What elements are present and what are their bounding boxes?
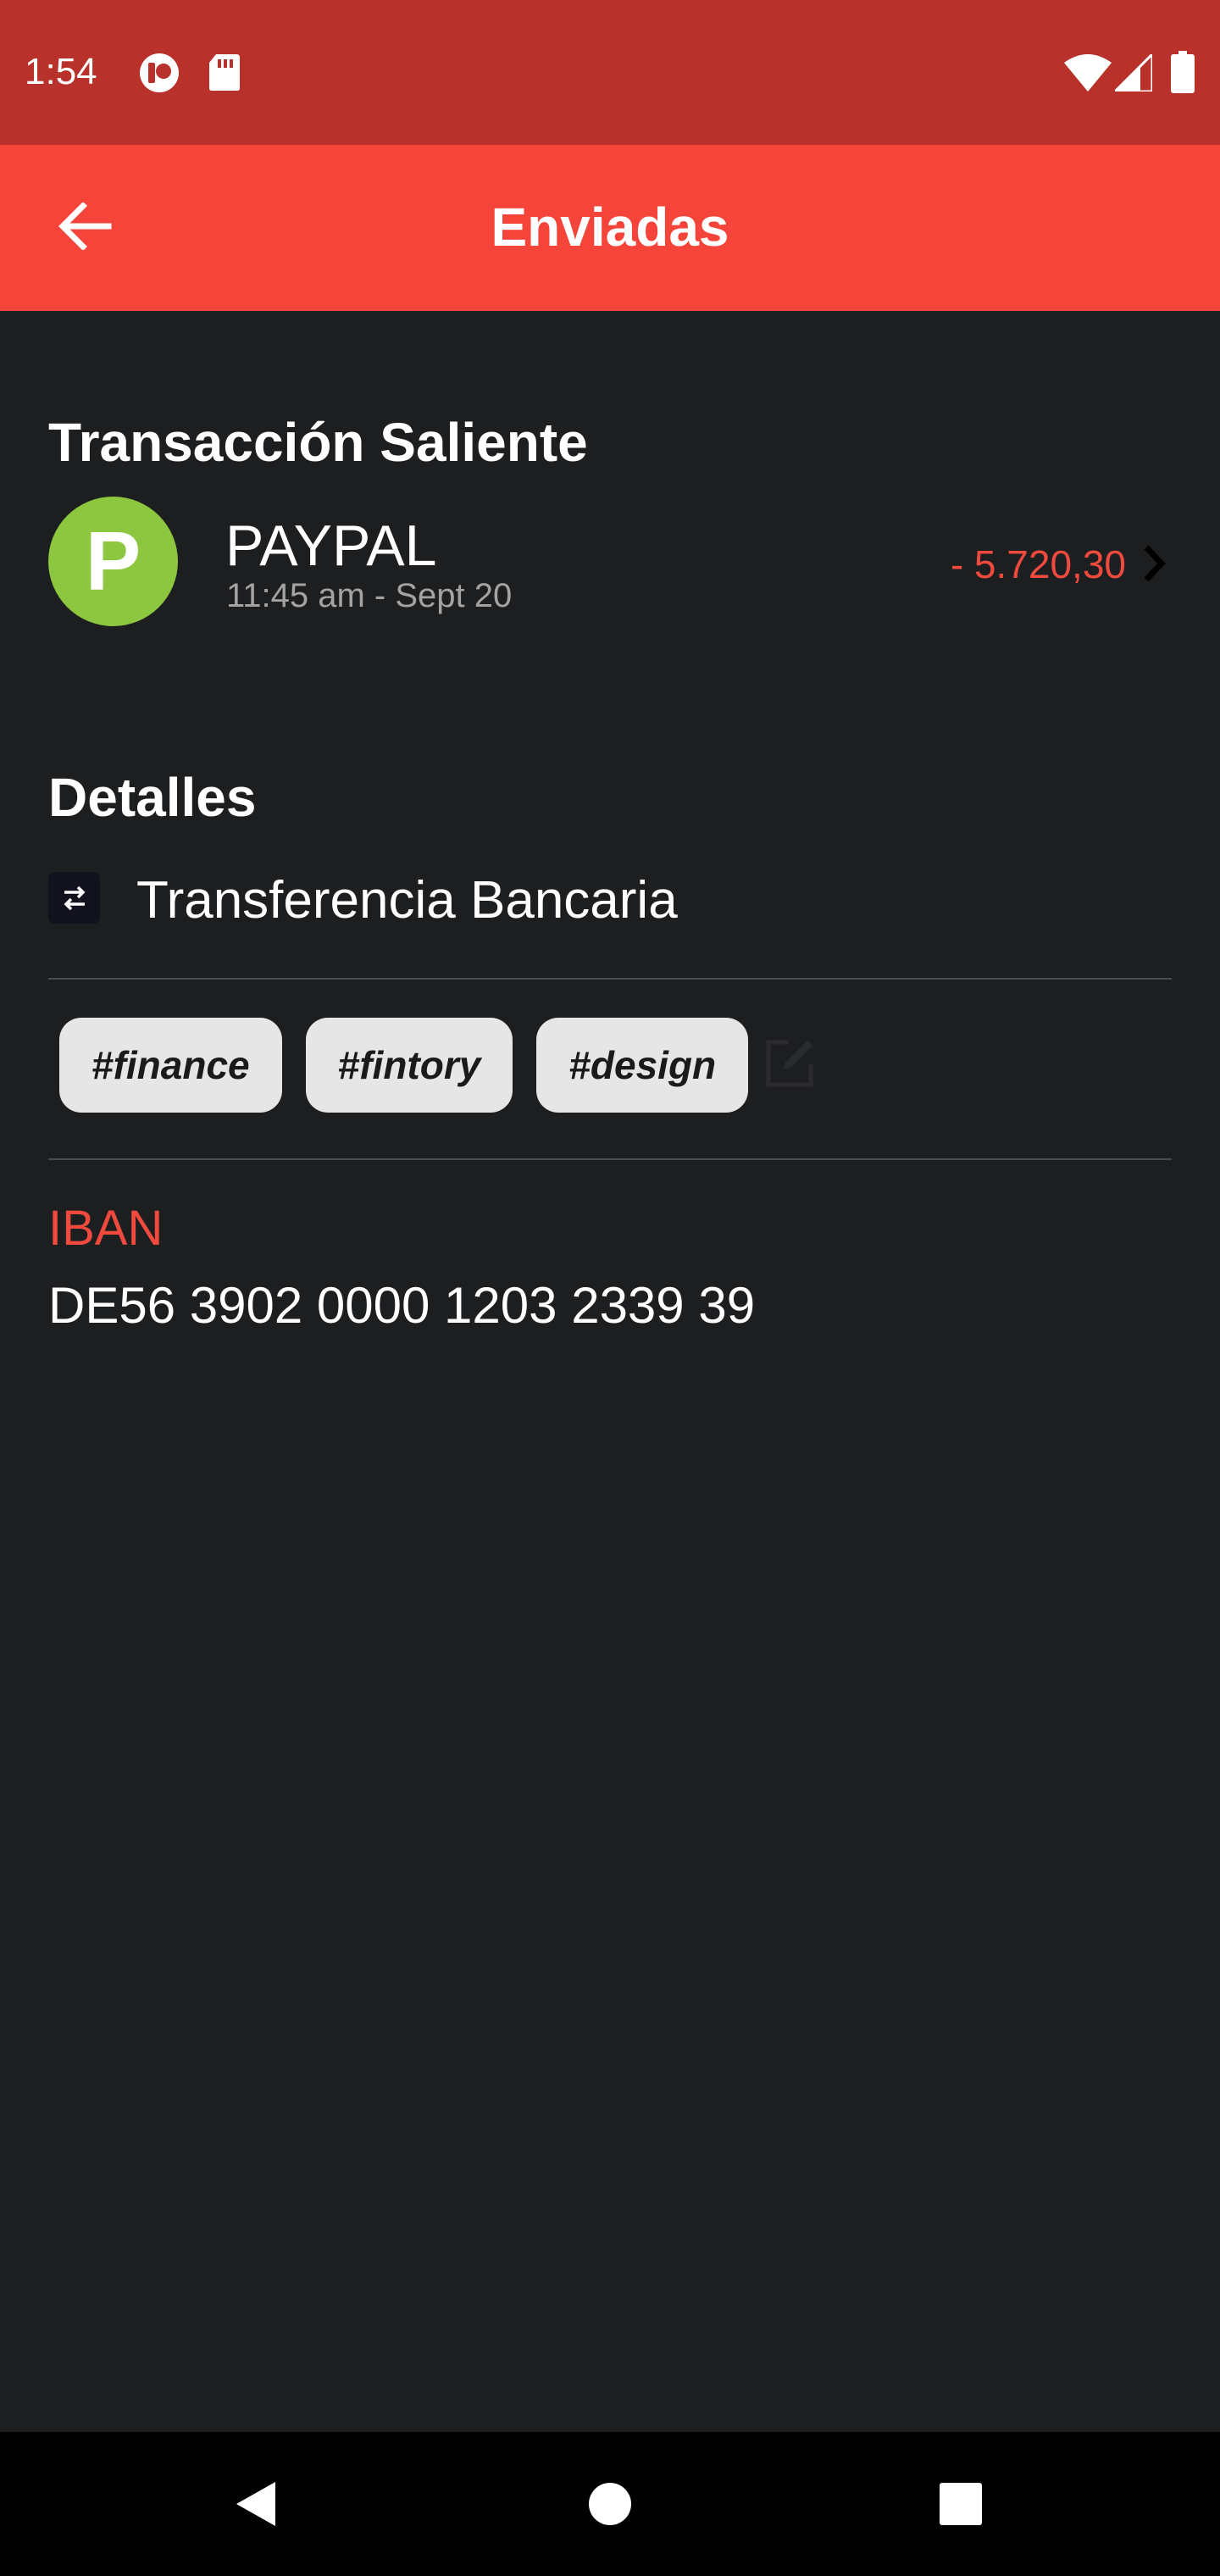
transfer-type-label: Transferencia Bancaria <box>136 871 678 930</box>
status-time: 1:54 <box>25 51 97 92</box>
iban-value: DE56 3902 0000 1203 2339 39 <box>48 1277 756 1334</box>
tag-fintory[interactable]: #fintory <box>305 1018 513 1113</box>
merchant-name: PAYPAL <box>225 514 437 578</box>
notification-badge-icon <box>137 53 181 93</box>
system-nav-bar <box>0 2432 1220 2576</box>
transfer-icon <box>48 872 100 924</box>
sd-card-icon <box>208 53 241 92</box>
transaction-datetime: 11:45 am - Sept 20 <box>226 577 513 614</box>
screen: 1:54 Enviadas Transacción Saliente P PAY… <box>0 0 1220 2576</box>
wifi-icon <box>1064 54 1112 92</box>
divider <box>48 978 1172 980</box>
back-triangle-icon[interactable] <box>217 2466 293 2542</box>
transaction-row[interactable]: P PAYPAL 11:45 am - Sept 20 - 5.720,30 <box>48 497 1172 632</box>
merchant-avatar: P <box>48 497 178 626</box>
signal-icon <box>1115 54 1152 92</box>
transaction-amount: - 5.720,30 <box>950 542 1126 586</box>
transaction-section-title: Transacción Saliente <box>48 412 588 473</box>
tag-design[interactable]: #design <box>536 1018 749 1113</box>
arrow-back-icon <box>58 201 112 254</box>
back-button[interactable] <box>42 186 127 270</box>
tag-finance[interactable]: #finance <box>59 1018 282 1113</box>
battery-icon <box>1171 51 1195 93</box>
recents-square-icon[interactable] <box>923 2466 999 2542</box>
tag-list: #finance #fintory #design <box>59 1018 819 1113</box>
details-section-title: Detalles <box>48 767 257 828</box>
app-bar: Enviadas <box>0 145 1220 311</box>
page-title: Enviadas <box>491 197 729 258</box>
divider <box>48 1158 1172 1160</box>
transfer-type-row: Transferencia Bancaria <box>48 869 1172 933</box>
status-bar: 1:54 <box>0 0 1220 145</box>
iban-label: IBAN <box>48 1201 164 1256</box>
home-circle-icon[interactable] <box>572 2466 648 2542</box>
chevron-right-icon[interactable] <box>1138 542 1172 585</box>
edit-icon <box>763 1037 816 1094</box>
edit-tags-button[interactable] <box>760 1035 819 1095</box>
